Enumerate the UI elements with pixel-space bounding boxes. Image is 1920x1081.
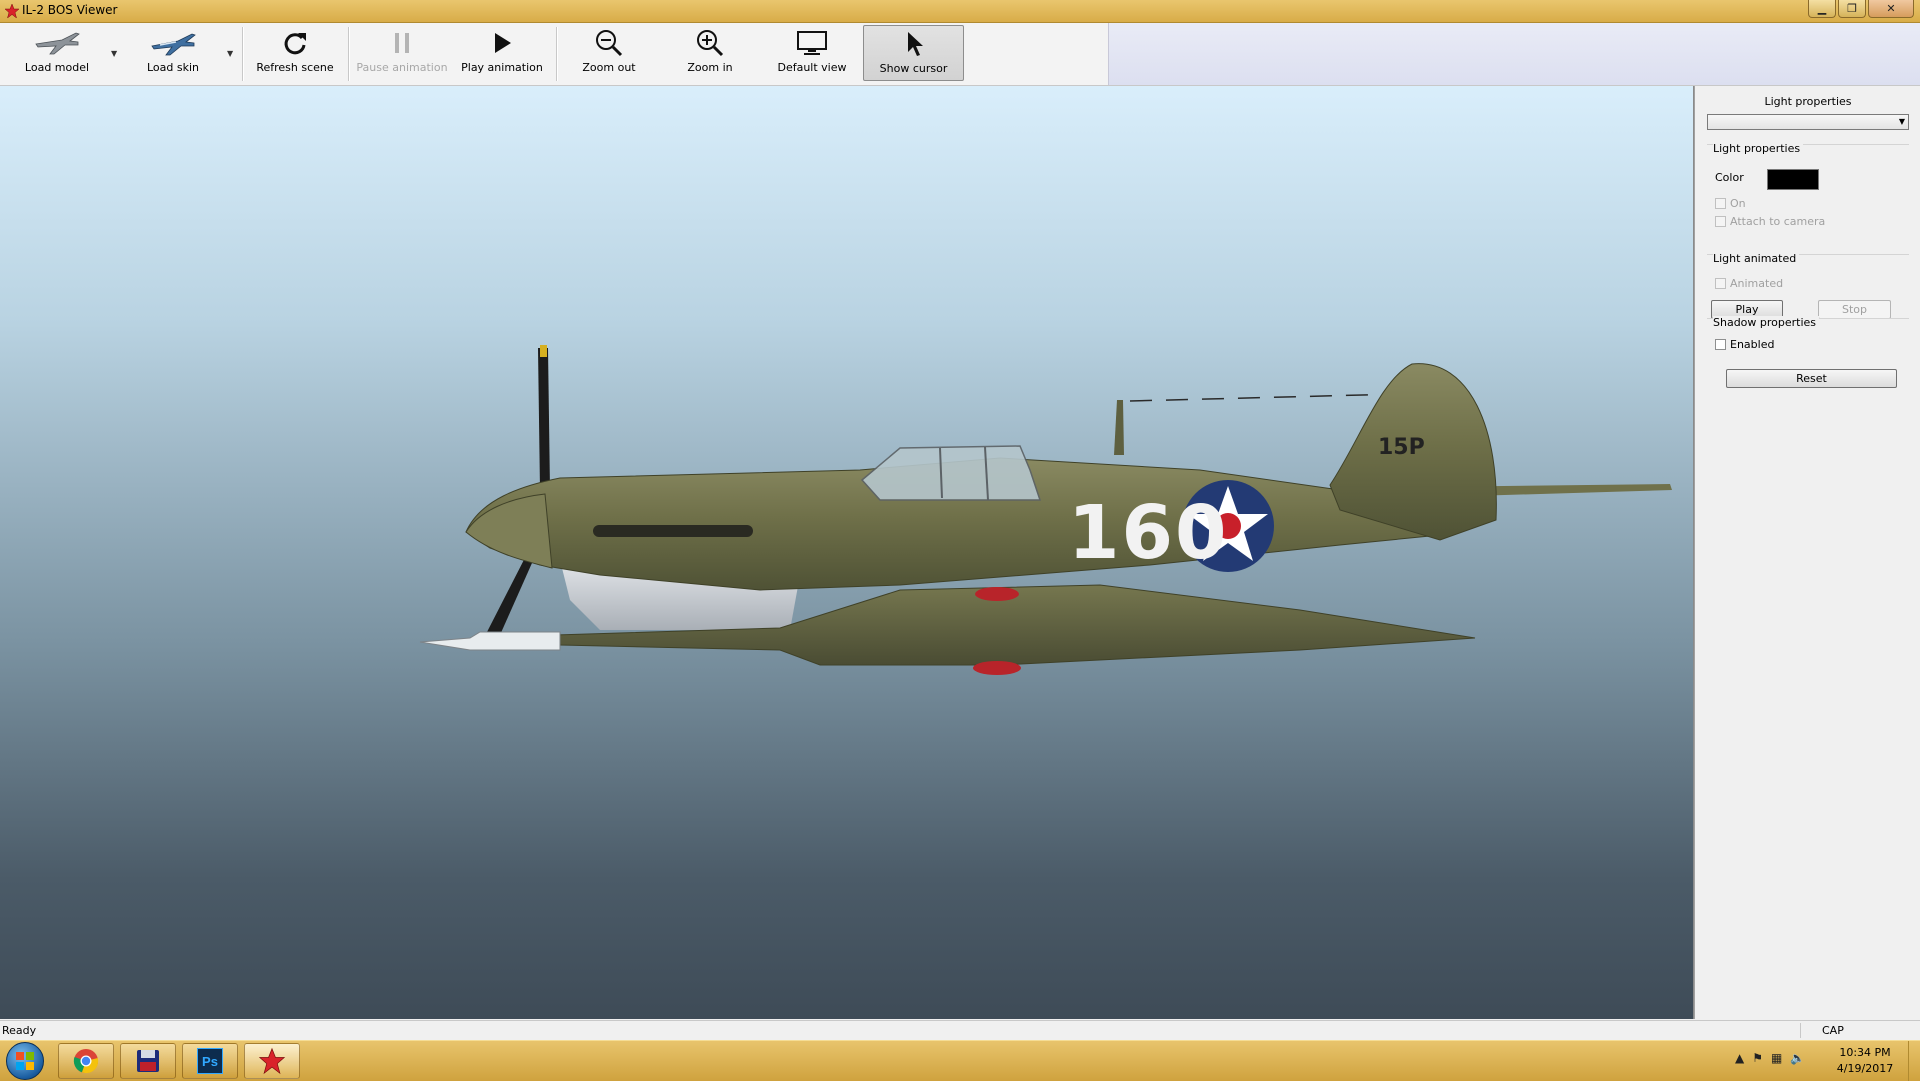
default-view-button[interactable]: Default view (766, 25, 858, 81)
red-star-icon (4, 3, 20, 19)
tail-code: 15P (1378, 435, 1425, 460)
show-desktop-button[interactable] (1908, 1041, 1920, 1081)
on-label: On (1730, 197, 1746, 210)
clock-date: 4/19/2017 (1836, 1062, 1894, 1075)
light-animated-group-title: Light animated (1713, 252, 1800, 265)
properties-panel: Light properties ▼ Light properties Colo… (1694, 86, 1920, 1019)
color-label: Color (1715, 171, 1744, 184)
start-button[interactable] (6, 1042, 44, 1080)
status-separator (1800, 1023, 1801, 1038)
aircraft-model (419, 345, 1672, 675)
shadow-properties-group-title: Shadow properties (1713, 316, 1820, 329)
light-selector-dropdown[interactable]: ▼ (1707, 114, 1909, 130)
toolbar-separator (242, 27, 244, 81)
load-model-dropdown-arrow[interactable]: ▼ (111, 49, 117, 58)
load-model-button[interactable]: Load model (14, 25, 100, 81)
attach-to-camera-row[interactable]: Attach to camera (1715, 215, 1825, 228)
zoom-out-icon (596, 30, 623, 57)
zoom-out-button[interactable]: Zoom out (564, 25, 654, 81)
animated-checkbox-row[interactable]: Animated (1715, 277, 1783, 290)
enabled-label: Enabled (1730, 338, 1775, 351)
taskbar-il2-viewer[interactable] (244, 1043, 300, 1079)
toolbar-separator (348, 27, 350, 81)
attach-to-camera-label: Attach to camera (1730, 215, 1826, 228)
cursor-icon (907, 32, 923, 56)
show-cursor-button[interactable]: Show cursor (863, 25, 964, 81)
play-animation-button[interactable]: Play animation (456, 25, 548, 81)
refresh-icon (284, 33, 306, 55)
taskbar: Ps ▲ ⚑ ▦ 🔈 10:34 PM 4/19/2017 (0, 1040, 1920, 1081)
minimize-icon: ▁ (1817, 2, 1827, 15)
show-cursor-label: Show cursor (879, 62, 948, 75)
taskbar-save-app[interactable] (120, 1043, 176, 1079)
load-model-label: Load model (24, 61, 90, 74)
enabled-checkbox-row[interactable]: Enabled (1715, 338, 1774, 351)
painted-airplane-icon (151, 33, 196, 56)
maximize-button[interactable]: ❐ (1838, 0, 1866, 18)
pause-animation-label: Pause animation (356, 61, 448, 74)
animated-checkbox[interactable] (1715, 278, 1726, 289)
monitor-icon (797, 31, 827, 55)
close-button[interactable]: ✕ (1868, 0, 1914, 18)
windows-logo-icon (16, 1052, 34, 1070)
network-icon[interactable]: ▦ (1771, 1051, 1782, 1065)
animated-label: Animated (1730, 277, 1784, 290)
zoom-out-label: Zoom out (582, 61, 636, 74)
chevron-down-icon: ▼ (1898, 117, 1905, 126)
status-bar: Ready CAP (0, 1020, 1920, 1040)
zoom-in-button[interactable]: Zoom in (666, 25, 754, 81)
status-text: Ready (2, 1024, 37, 1037)
show-hidden-icons-icon[interactable]: ▲ (1735, 1051, 1744, 1065)
shadow-properties-group: Shadow properties Enabled (1707, 316, 1909, 370)
zoom-in-icon (697, 30, 724, 57)
default-view-label: Default view (777, 61, 847, 74)
fuselage-number: 160 (1068, 490, 1229, 576)
taskbar-chrome[interactable] (58, 1043, 114, 1079)
airplane-icon (35, 32, 80, 55)
photoshop-icon: Ps (197, 1048, 223, 1074)
close-icon: ✕ (1886, 2, 1896, 15)
play-animation-label: Play animation (461, 61, 543, 74)
pause-animation-button[interactable]: Pause animation (354, 25, 450, 81)
3d-viewport[interactable]: 160 15P (0, 86, 1694, 1019)
clock-time: 10:34 PM (1839, 1046, 1891, 1059)
minimize-button[interactable]: ▁ (1808, 0, 1836, 18)
volume-icon[interactable]: 🔈 (1790, 1051, 1805, 1065)
red-star-icon (258, 1047, 286, 1075)
reset-button[interactable]: Reset (1726, 369, 1897, 388)
toolbar-separator (556, 27, 558, 81)
color-swatch[interactable] (1767, 169, 1819, 190)
zoom-in-label: Zoom in (687, 61, 733, 74)
refresh-scene-label: Refresh scene (256, 61, 334, 74)
light-animated-group: Light animated Animated Play Stop (1707, 252, 1909, 324)
system-tray: ▲ ⚑ ▦ 🔈 (1735, 1051, 1805, 1065)
play-icon (495, 33, 511, 53)
stop-button[interactable]: Stop (1818, 300, 1891, 319)
toolbar-empty-area (1108, 23, 1920, 85)
pause-icon (395, 33, 409, 53)
system-clock[interactable]: 10:34 PM 4/19/2017 (1826, 1045, 1904, 1077)
caps-lock-indicator: CAP (1822, 1024, 1844, 1037)
restore-icon: ❐ (1847, 2, 1857, 15)
title-bar: IL-2 BOS Viewer ▁ ❐ ✕ (0, 0, 1920, 23)
on-checkbox[interactable] (1715, 198, 1726, 209)
light-properties-group: Light properties Color On Attach to came… (1707, 142, 1909, 244)
on-checkbox-row[interactable]: On (1715, 197, 1746, 210)
action-center-flag-icon[interactable]: ⚑ (1752, 1051, 1763, 1065)
photoshop-label: Ps (202, 1053, 218, 1069)
window-title: IL-2 BOS Viewer (22, 3, 118, 17)
load-skin-button[interactable]: Load skin (130, 25, 216, 81)
enabled-checkbox[interactable] (1715, 339, 1726, 350)
chrome-icon (73, 1049, 99, 1074)
light-properties-group-title: Light properties (1713, 142, 1804, 155)
panel-title: Light properties (1764, 95, 1852, 108)
load-skin-label: Load skin (146, 61, 199, 74)
taskbar-photoshop[interactable]: Ps (182, 1043, 238, 1079)
floppy-disk-icon (137, 1050, 159, 1072)
load-skin-dropdown-arrow[interactable]: ▼ (227, 49, 233, 58)
refresh-scene-button[interactable]: Refresh scene (252, 25, 338, 81)
attach-to-camera-checkbox[interactable] (1715, 216, 1726, 227)
toolbar: Load model ▼ Load skin ▼ Refresh scene P… (0, 23, 1920, 86)
